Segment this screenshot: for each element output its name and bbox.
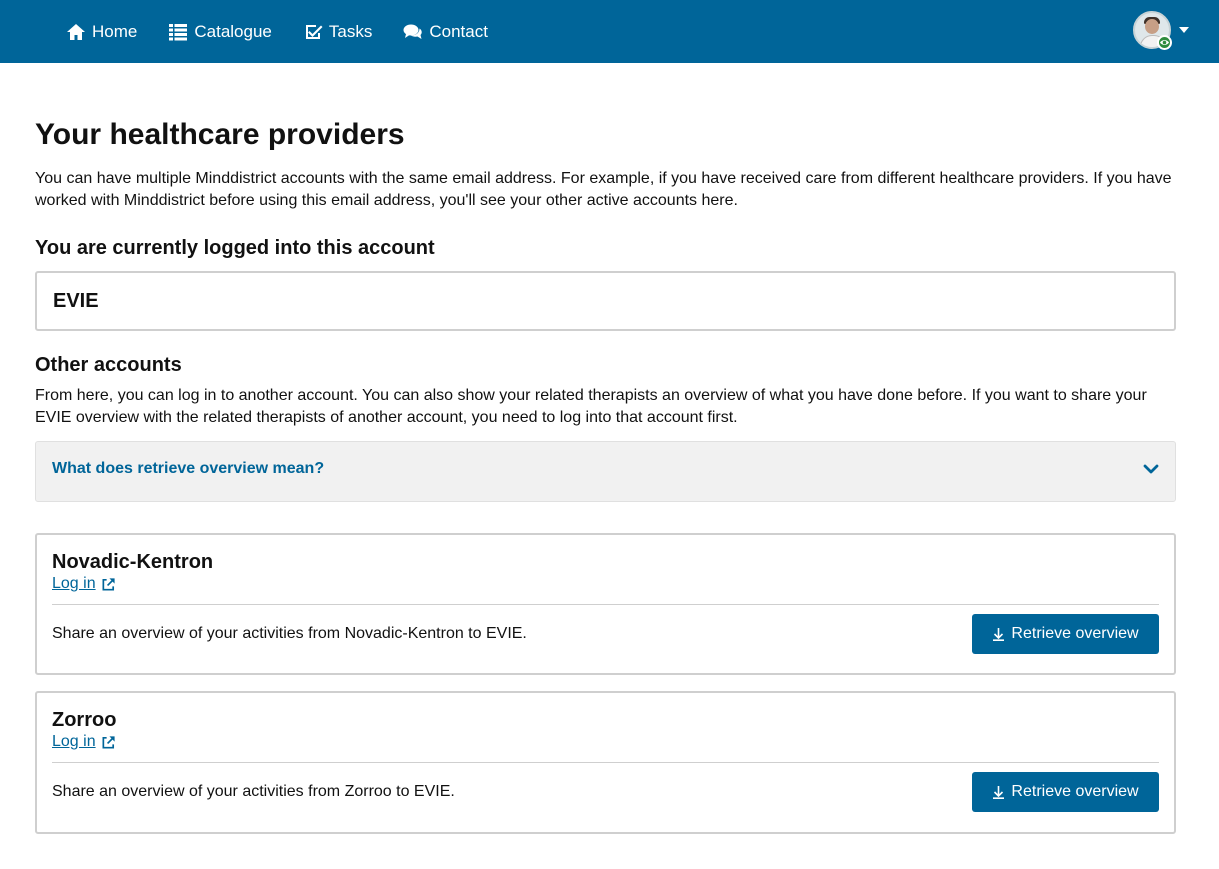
nav-tasks-label: Tasks (328, 21, 373, 41)
login-label: Log in (52, 733, 96, 750)
nav-catalogue-label: Catalogue (194, 21, 272, 41)
nav-tasks[interactable]: Tasks (303, 0, 372, 63)
home-icon (66, 22, 86, 42)
login-link[interactable]: Log in (52, 733, 116, 751)
share-row: Share an overview of your activities fro… (52, 605, 1159, 663)
list-icon (168, 22, 188, 42)
nav-catalogue[interactable]: Catalogue (168, 0, 272, 63)
chevron-down-icon (1179, 27, 1189, 33)
eye-icon (1157, 35, 1172, 50)
download-icon (993, 786, 1005, 799)
login-link[interactable]: Log in (52, 575, 116, 593)
account-name: Novadic-Kentron (52, 551, 214, 573)
nav-contact-label: Contact (429, 21, 488, 41)
nav-contact[interactable]: Contact (403, 0, 488, 63)
retrieve-overview-label: Retrieve overview (1011, 783, 1139, 800)
retrieve-overview-button[interactable]: Retrieve overview (972, 614, 1159, 654)
main-nav: Home Catalogue Tasks Contact (66, 0, 519, 63)
retrieve-overview-button[interactable]: Retrieve overview (972, 772, 1159, 812)
current-account-name: EVIE (53, 289, 99, 312)
account-name: Zorroo (52, 709, 117, 731)
retrieve-overview-label: Retrieve overview (1011, 625, 1139, 642)
share-text: Share an overview of your activities fro… (52, 625, 527, 642)
main-content: Your healthcare providers You can have m… (0, 117, 1219, 834)
external-link-icon (102, 735, 115, 748)
comments-icon (403, 22, 423, 42)
download-icon (993, 628, 1005, 641)
chevron-down-icon (1143, 461, 1159, 482)
accordion-label: What does retrieve overview mean? (52, 459, 325, 477)
share-text: Share an overview of your activities fro… (52, 783, 455, 800)
intro-text: You can have multiple Minddistrict accou… (35, 170, 1172, 209)
other-accounts-intro: From here, you can log in to another acc… (35, 387, 1147, 426)
page-title: Your healthcare providers (35, 118, 405, 151)
current-account-heading: You are currently logged into this accou… (35, 237, 435, 259)
external-link-icon (102, 577, 115, 590)
nav-home[interactable]: Home (66, 0, 137, 63)
nav-home-label: Home (92, 21, 138, 41)
login-label: Log in (52, 575, 96, 592)
other-accounts-heading: Other accounts (35, 354, 182, 376)
check-square-icon (303, 22, 323, 42)
retrieve-overview-accordion[interactable]: What does retrieve overview mean? (35, 441, 1176, 502)
share-row: Share an overview of your activities fro… (52, 763, 1159, 821)
account-card: Novadic-Kentron Log in Share an overview… (35, 533, 1176, 675)
account-card: Zorroo Log in Share an overview of your … (35, 691, 1176, 834)
top-navbar: Home Catalogue Tasks Contact (0, 0, 1219, 63)
user-menu[interactable] (1133, 11, 1189, 50)
current-account-box: EVIE (35, 271, 1176, 331)
